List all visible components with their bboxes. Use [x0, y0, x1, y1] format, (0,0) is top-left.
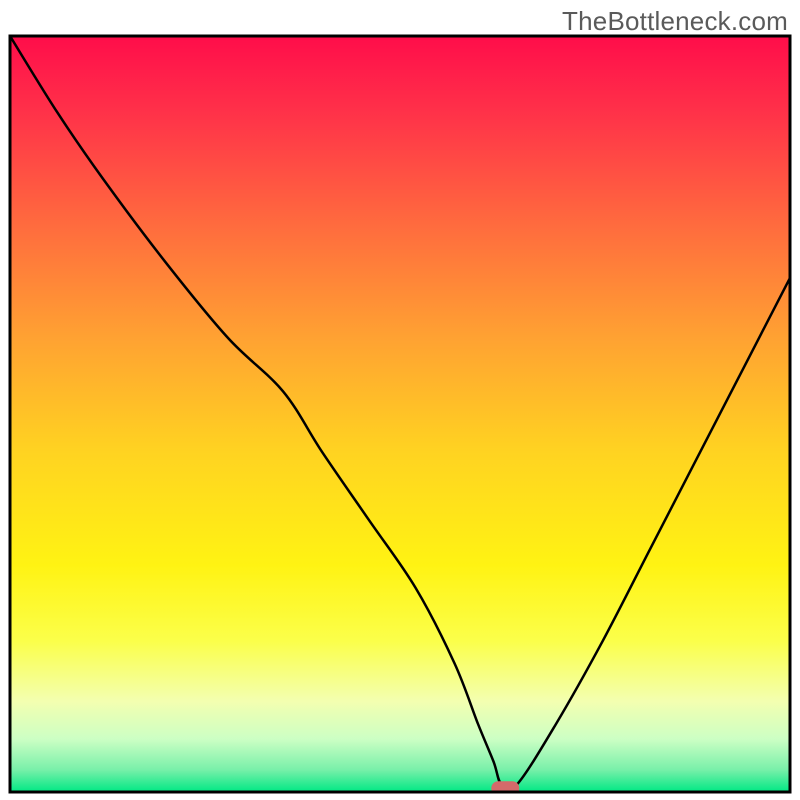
plot-background: [10, 36, 790, 792]
chart-svg: [0, 0, 800, 800]
bottleneck-chart: TheBottleneck.com: [0, 0, 800, 800]
watermark-text: TheBottleneck.com: [562, 6, 788, 37]
